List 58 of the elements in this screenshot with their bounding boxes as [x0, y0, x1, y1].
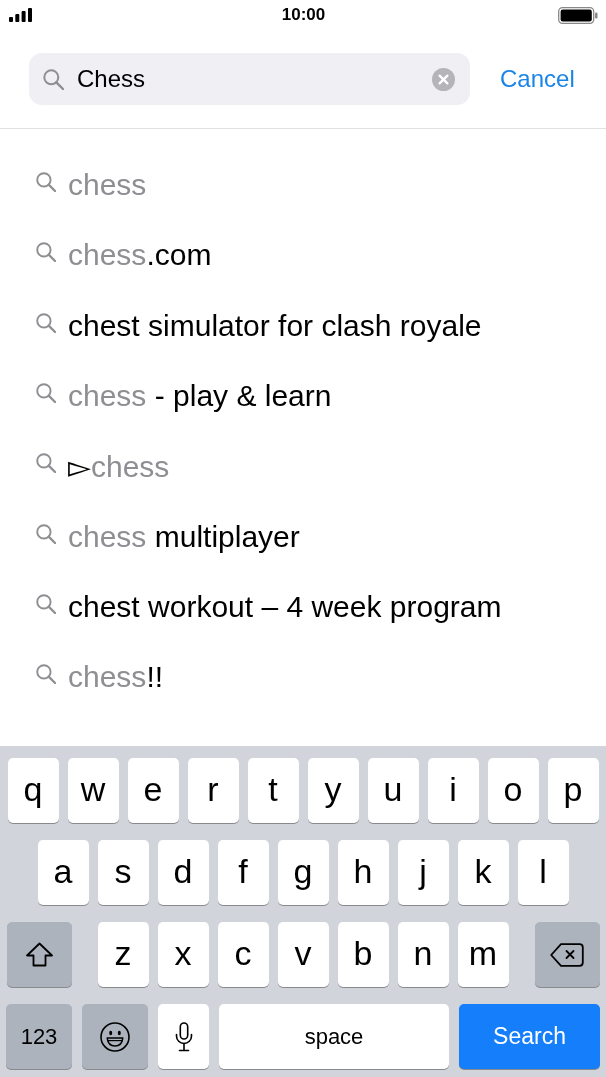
- space-bar[interactable]: space: [219, 1004, 449, 1069]
- search-icon: [36, 242, 56, 263]
- suggestion-item[interactable]: chess multiplayer: [0, 501, 310, 572]
- letter-key[interactable]: o: [487, 758, 539, 823]
- letter-key[interactable]: s: [97, 840, 149, 905]
- shift-key[interactable]: [6, 922, 72, 987]
- search-icon: [36, 453, 56, 474]
- suggestion-item[interactable]: chess!!: [0, 642, 174, 713]
- letter-key[interactable]: m: [457, 922, 509, 987]
- letter-key[interactable]: z: [97, 922, 149, 987]
- letter-key[interactable]: w: [67, 758, 119, 823]
- letter-key[interactable]: j: [397, 840, 449, 905]
- suggestion-item[interactable]: chess - play & learn: [0, 360, 342, 432]
- suggestion-item[interactable]: chest workout – 4 week program: [0, 571, 512, 643]
- search-icon: [43, 68, 64, 90]
- search-icon: [36, 383, 56, 404]
- letter-key[interactable]: b: [337, 922, 389, 987]
- letter-key[interactable]: l: [517, 840, 569, 905]
- letter-key[interactable]: p: [547, 758, 599, 823]
- search-key[interactable]: Search: [459, 1004, 600, 1069]
- letter-key[interactable]: x: [157, 922, 209, 987]
- letter-key[interactable]: d: [157, 840, 209, 905]
- letter-key[interactable]: c: [217, 922, 269, 987]
- search-icon: [36, 523, 56, 544]
- letter-key[interactable]: f: [217, 840, 269, 905]
- letter-key[interactable]: y: [307, 758, 359, 823]
- backspace-icon: [550, 942, 584, 967]
- letter-key[interactable]: a: [37, 840, 89, 905]
- battery-icon: [558, 6, 598, 24]
- delete-key[interactable]: [534, 922, 600, 987]
- numbers-key[interactable]: 123: [6, 1004, 72, 1069]
- letter-key[interactable]: k: [457, 840, 509, 905]
- signal-bars-icon: [9, 8, 32, 22]
- letter-key[interactable]: i: [427, 758, 479, 823]
- smiley-icon: [100, 1021, 130, 1052]
- search-icon: [36, 664, 56, 685]
- letter-key[interactable]: g: [277, 840, 329, 905]
- search-field[interactable]: Chess: [29, 53, 470, 105]
- letter-key[interactable]: h: [337, 840, 389, 905]
- letter-key[interactable]: t: [247, 758, 299, 823]
- suggestion-item[interactable]: chest simulator for clash royale: [0, 290, 492, 361]
- emoji-key[interactable]: [82, 1004, 148, 1069]
- letter-key[interactable]: v: [277, 922, 329, 987]
- letter-key[interactable]: e: [127, 758, 179, 823]
- search-icon: [36, 172, 56, 193]
- letter-key[interactable]: n: [397, 922, 449, 987]
- dictation-key[interactable]: [158, 1004, 209, 1069]
- status-time: 10:00: [281, 5, 326, 25]
- letter-key[interactable]: r: [187, 758, 239, 823]
- search-icon: [36, 593, 56, 614]
- up-arrow-icon: [24, 942, 54, 967]
- search-icon: [36, 312, 56, 333]
- cancel-button[interactable]: Cancel: [500, 65, 575, 93]
- microphone-icon: [174, 1021, 193, 1052]
- suggestion-item[interactable]: chess.com: [0, 220, 222, 291]
- letter-key[interactable]: u: [367, 758, 419, 823]
- letter-key[interactable]: q: [7, 758, 59, 823]
- suggestion-item[interactable]: ▻chess: [0, 431, 180, 502]
